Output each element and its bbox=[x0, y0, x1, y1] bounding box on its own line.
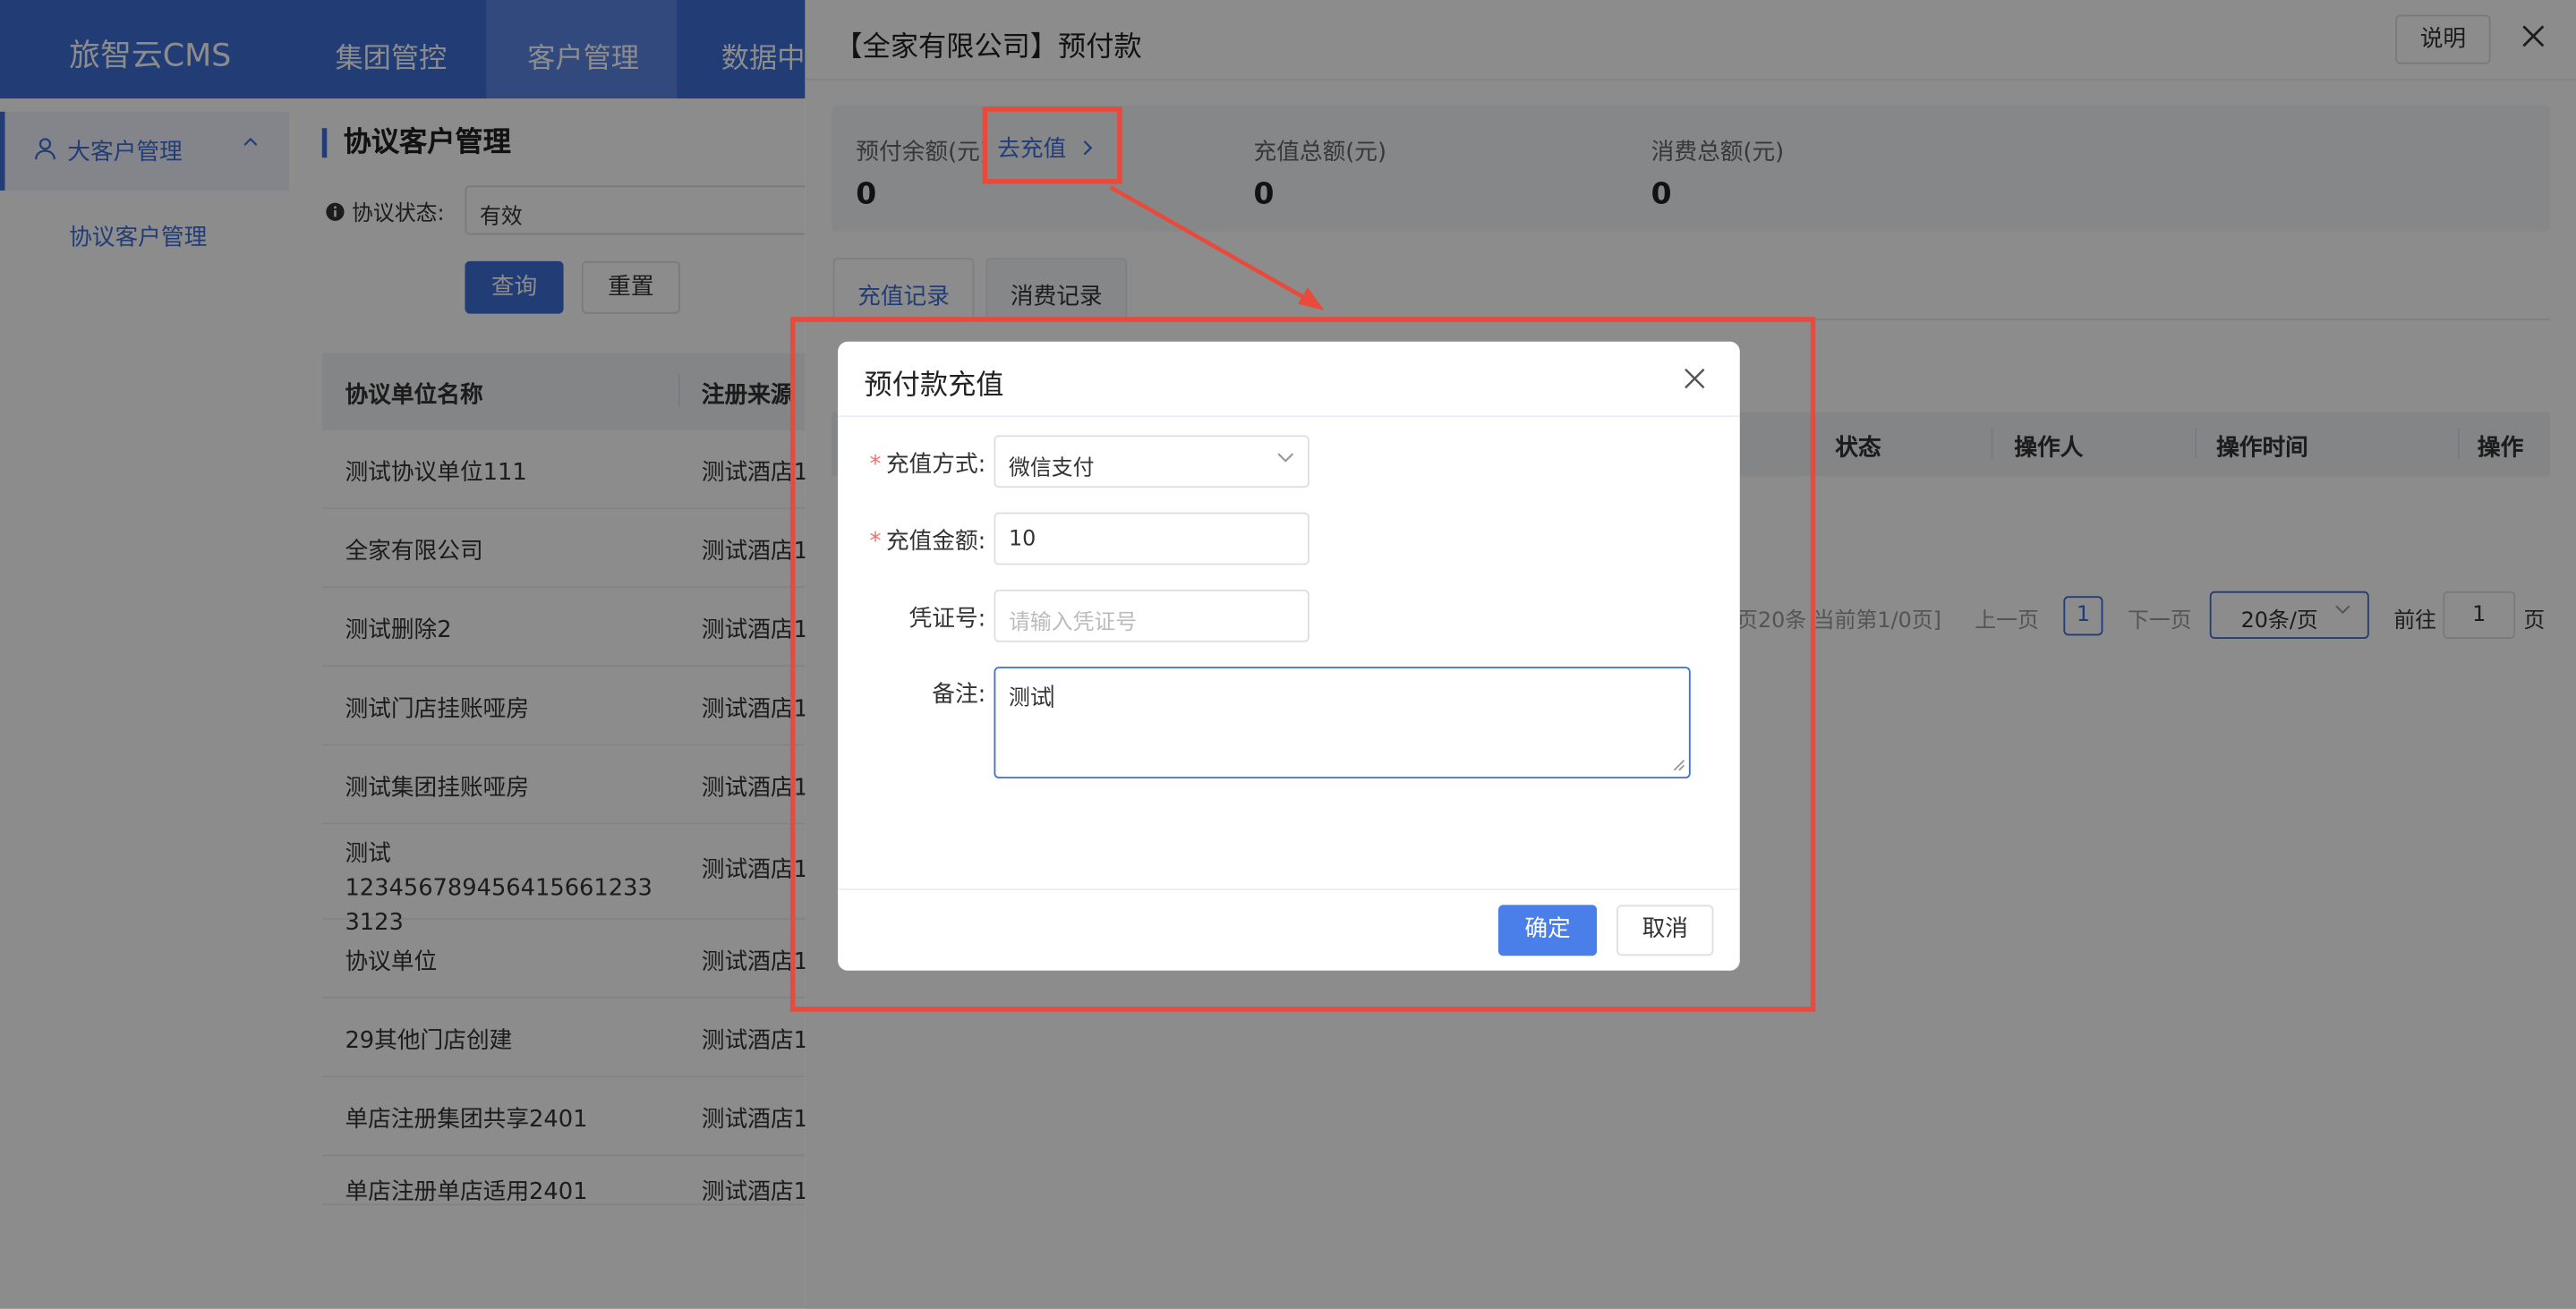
annotation-arrow bbox=[1109, 185, 1325, 310]
